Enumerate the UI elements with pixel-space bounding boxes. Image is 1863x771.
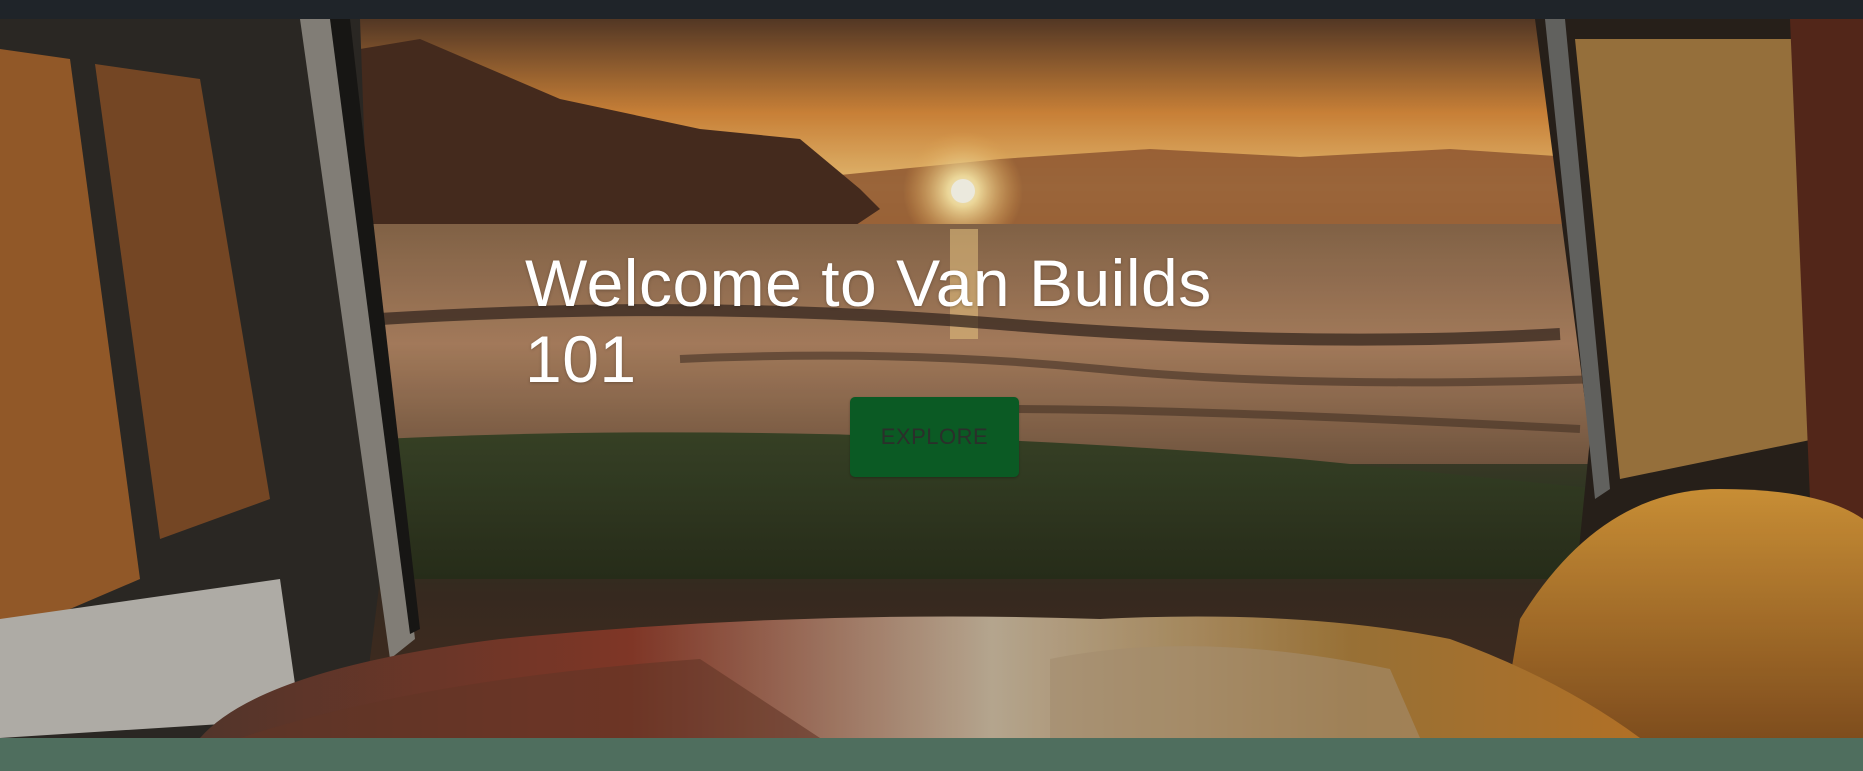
- hero-title-wrap: Welcome to Van Builds 101: [525, 245, 1341, 397]
- top-bar: [0, 0, 1863, 19]
- section-band: [0, 738, 1863, 771]
- hero-section: Welcome to Van Builds 101 EXPLORE: [0, 19, 1863, 738]
- explore-button[interactable]: EXPLORE: [850, 397, 1019, 477]
- hero-title: Welcome to Van Builds 101: [525, 246, 1212, 396]
